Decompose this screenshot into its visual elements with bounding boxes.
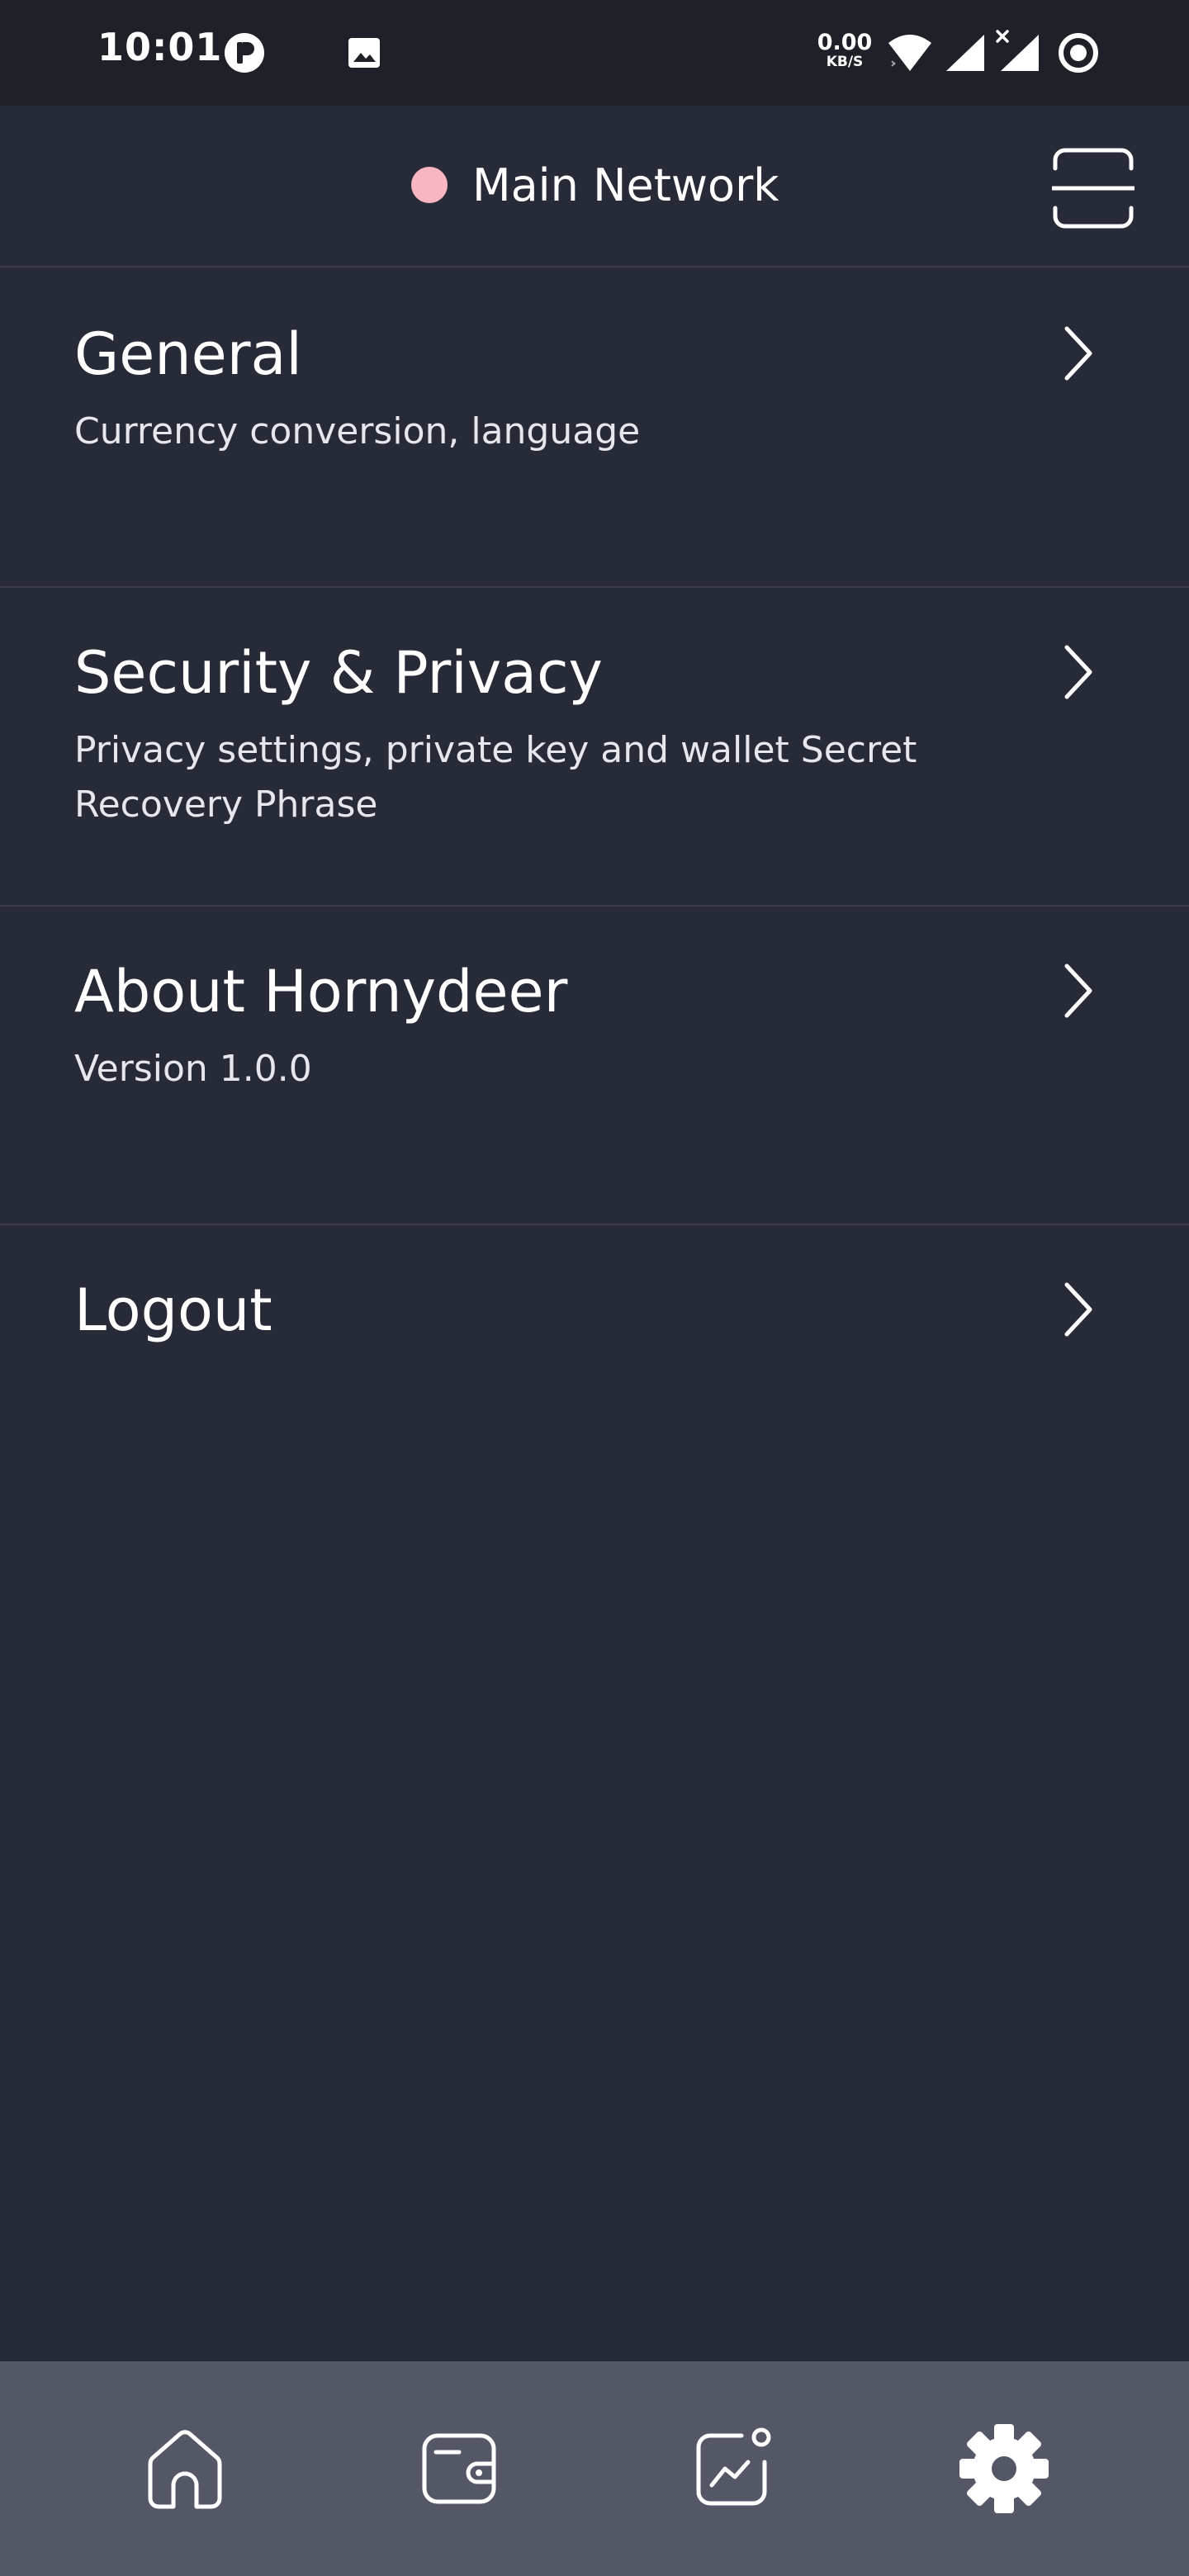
chart-icon: [696, 2427, 771, 2506]
menu-item-logout[interactable]: Logout: [0, 1225, 1189, 1544]
signal-no-data-icon: [996, 30, 1042, 76]
menu-item-title: About Hornydeer: [74, 958, 568, 1025]
chevron-right-icon: [1064, 964, 1092, 1018]
wallet-icon: [422, 2433, 496, 2504]
settings-screen: 10:01 0.00 KB/S Main Network General Cur…: [0, 0, 1189, 2576]
signal-icon: [945, 33, 986, 76]
app-notification-icon: [223, 31, 266, 78]
status-time: 10:01: [97, 25, 223, 69]
nav-settings-button[interactable]: [955, 2419, 1054, 2518]
network-speed-value: 0.00: [817, 30, 873, 55]
home-icon: [148, 2430, 222, 2509]
chevron-right-icon: [1064, 326, 1092, 381]
menu-item-title: Security & Privacy: [74, 639, 603, 707]
app-header: Main Network: [0, 106, 1189, 268]
menu-item-subtitle: Version 1.0.0: [74, 1048, 312, 1090]
network-speed: 0.00 KB/S: [816, 31, 874, 69]
network-label: Main Network: [472, 159, 779, 211]
menu-item-subtitle: Privacy settings, private key and wallet…: [74, 729, 917, 826]
menu-item-about[interactable]: About Hornydeer Version 1.0.0: [0, 907, 1189, 1225]
network-selector[interactable]: Main Network: [411, 159, 779, 211]
nav-market-button[interactable]: [684, 2419, 783, 2518]
gear-icon: [959, 2424, 1049, 2513]
nav-home-button[interactable]: [135, 2419, 234, 2518]
status-bar: 10:01 0.00 KB/S: [0, 0, 1189, 106]
scan-frame-icon: [1049, 148, 1137, 229]
menu-item-subtitle: Currency conversion, language: [74, 410, 641, 452]
network-speed-unit: KB/S: [826, 54, 864, 70]
wifi-icon: [887, 33, 933, 76]
nav-wallet-button[interactable]: [410, 2419, 509, 2518]
ring-icon: [1057, 31, 1100, 78]
menu-item-general[interactable]: General Currency conversion, language: [0, 269, 1189, 588]
menu-item-title: Logout: [74, 1276, 272, 1344]
bottom-nav: [0, 2361, 1189, 2576]
network-status-dot: [411, 167, 448, 203]
menu-item-security-privacy[interactable]: Security & Privacy Privacy settings, pri…: [0, 588, 1189, 907]
menu-item-title: General: [74, 320, 302, 388]
image-icon: [347, 36, 381, 73]
chevron-right-icon: [1064, 1282, 1092, 1337]
chevron-right-icon: [1064, 645, 1092, 699]
scan-button[interactable]: [1049, 147, 1137, 230]
